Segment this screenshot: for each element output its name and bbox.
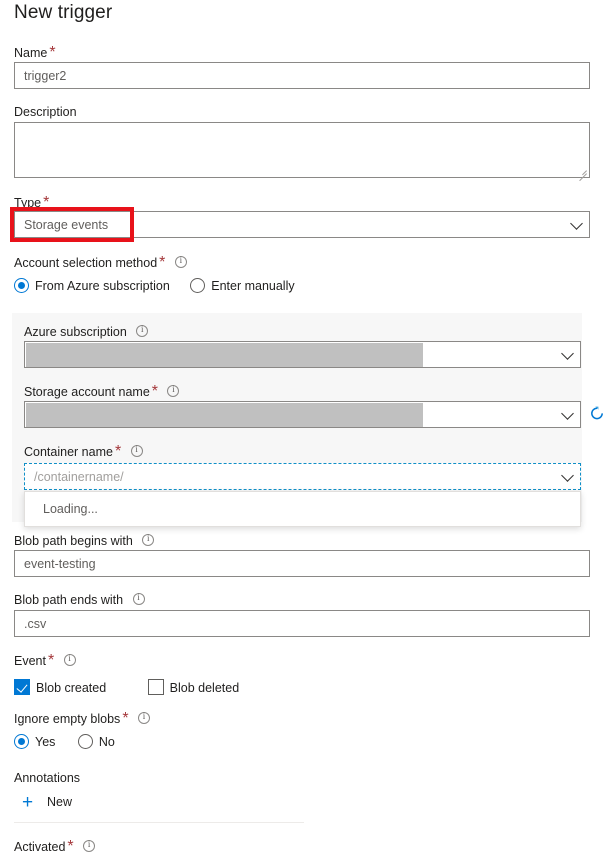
annotations-new-label: New	[47, 795, 72, 809]
container-name-required-marker: *	[115, 443, 121, 460]
radio-enter-manually[interactable]: Enter manually	[190, 277, 294, 294]
event-checkbox-group: Blob created Blob deleted	[14, 679, 239, 697]
type-dropdown-value: Storage events	[24, 218, 108, 232]
info-icon[interactable]	[131, 445, 143, 457]
annotations-new-button[interactable]: + New	[22, 791, 132, 813]
activated-required-marker: *	[67, 838, 73, 855]
account-selection-radio-group: From Azure subscription Enter manually	[14, 277, 295, 295]
azure-subscription-label-group: Azure subscription	[24, 323, 148, 341]
blob-path-ends-label-group: Blob path ends with	[14, 591, 145, 609]
event-label-group: Event*	[14, 652, 76, 670]
radio-ignore-empty-blobs-no[interactable]: No	[78, 733, 115, 750]
account-selection-method-required-marker: *	[159, 254, 165, 271]
azure-subscription-label: Azure subscription	[24, 325, 127, 339]
blob-path-begins-value: event-testing	[24, 557, 96, 571]
resize-grip-icon[interactable]	[577, 165, 587, 175]
blob-path-begins-label: Blob path begins with	[14, 534, 133, 548]
activated-label: Activated	[14, 840, 65, 854]
section-divider	[14, 822, 304, 823]
container-name-label-group: Container name*	[24, 443, 143, 461]
checkbox-indicator	[14, 679, 30, 695]
name-label: Name	[14, 46, 47, 60]
storage-account-name-label-group: Storage account name*	[24, 383, 179, 401]
checkbox-indicator	[148, 679, 164, 695]
blob-path-ends-label: Blob path ends with	[14, 593, 123, 607]
checkbox-label: Blob created	[36, 681, 106, 695]
info-icon[interactable]	[138, 712, 150, 724]
account-selection-method-label: Account selection method	[14, 256, 157, 270]
radio-indicator	[190, 278, 205, 293]
container-name-combobox[interactable]: /containername/	[24, 463, 581, 490]
ignore-empty-blobs-radio-group: Yes No	[14, 733, 115, 751]
radio-label: No	[99, 735, 115, 749]
azure-subscription-redacted-value	[26, 343, 423, 367]
chevron-down-icon	[561, 347, 574, 360]
storage-account-name-dropdown[interactable]	[24, 401, 581, 428]
blob-path-ends-value: .csv	[24, 617, 46, 631]
blob-path-begins-label-group: Blob path begins with	[14, 532, 154, 550]
container-name-dropdown-list[interactable]: Loading...	[24, 491, 581, 527]
annotations-label: Annotations	[14, 771, 80, 785]
event-label: Event	[14, 654, 46, 668]
blob-path-ends-input[interactable]: .csv	[14, 610, 590, 637]
type-required-marker: *	[43, 194, 49, 211]
chevron-down-icon	[570, 217, 583, 230]
chevron-down-icon	[561, 469, 574, 482]
radio-label: Yes	[35, 735, 55, 749]
name-input[interactable]: trigger2	[14, 62, 590, 89]
storage-account-name-label: Storage account name	[24, 385, 150, 399]
info-icon[interactable]	[133, 593, 145, 605]
info-icon[interactable]	[136, 325, 148, 337]
description-textarea[interactable]	[14, 122, 590, 178]
radio-from-azure-subscription[interactable]: From Azure subscription	[14, 277, 174, 294]
refresh-icon[interactable]	[588, 404, 606, 424]
info-icon[interactable]	[142, 534, 154, 546]
radio-label: From Azure subscription	[35, 279, 170, 293]
plus-icon: +	[22, 793, 33, 812]
storage-account-name-required-marker: *	[152, 383, 158, 400]
description-label-group: Description	[14, 103, 77, 121]
radio-ignore-empty-blobs-yes[interactable]: Yes	[14, 733, 60, 750]
activated-label-group: Activated*	[14, 838, 95, 856]
name-input-value: trigger2	[24, 69, 66, 83]
ignore-empty-blobs-label: Ignore empty blobs	[14, 712, 120, 726]
checkbox-label: Blob deleted	[170, 681, 240, 695]
type-label-group: Type*	[14, 194, 49, 212]
container-name-label: Container name	[24, 445, 113, 459]
event-required-marker: *	[48, 652, 54, 669]
checkbox-blob-created[interactable]: Blob created	[14, 679, 111, 696]
container-name-placeholder: /containername/	[34, 470, 124, 484]
checkbox-blob-deleted[interactable]: Blob deleted	[148, 679, 240, 696]
annotations-label-group: Annotations	[14, 769, 80, 787]
info-icon[interactable]	[83, 840, 95, 852]
name-required-marker: *	[49, 44, 55, 61]
storage-account-name-redacted-value	[26, 403, 423, 427]
ignore-empty-blobs-required-marker: *	[122, 710, 128, 727]
info-icon[interactable]	[167, 385, 179, 397]
azure-subscription-dropdown[interactable]	[24, 341, 581, 368]
chevron-down-icon	[561, 407, 574, 420]
blob-path-begins-input[interactable]: event-testing	[14, 550, 590, 577]
ignore-empty-blobs-label-group: Ignore empty blobs*	[14, 710, 150, 728]
description-label: Description	[14, 105, 77, 119]
info-icon[interactable]	[175, 256, 187, 268]
radio-indicator	[78, 734, 93, 749]
radio-indicator	[14, 278, 29, 293]
page-title: New trigger	[14, 2, 112, 24]
radio-indicator	[14, 734, 29, 749]
dropdown-loading-item: Loading...	[43, 502, 98, 516]
radio-label: Enter manually	[211, 279, 294, 293]
name-label-group: Name*	[14, 44, 56, 62]
type-label: Type	[14, 196, 41, 210]
type-dropdown[interactable]: Storage events	[14, 211, 590, 238]
new-trigger-form: New trigger Name* trigger2 Description T…	[0, 0, 608, 861]
info-icon[interactable]	[64, 654, 76, 666]
account-selection-method-label-group: Account selection method*	[14, 254, 187, 272]
